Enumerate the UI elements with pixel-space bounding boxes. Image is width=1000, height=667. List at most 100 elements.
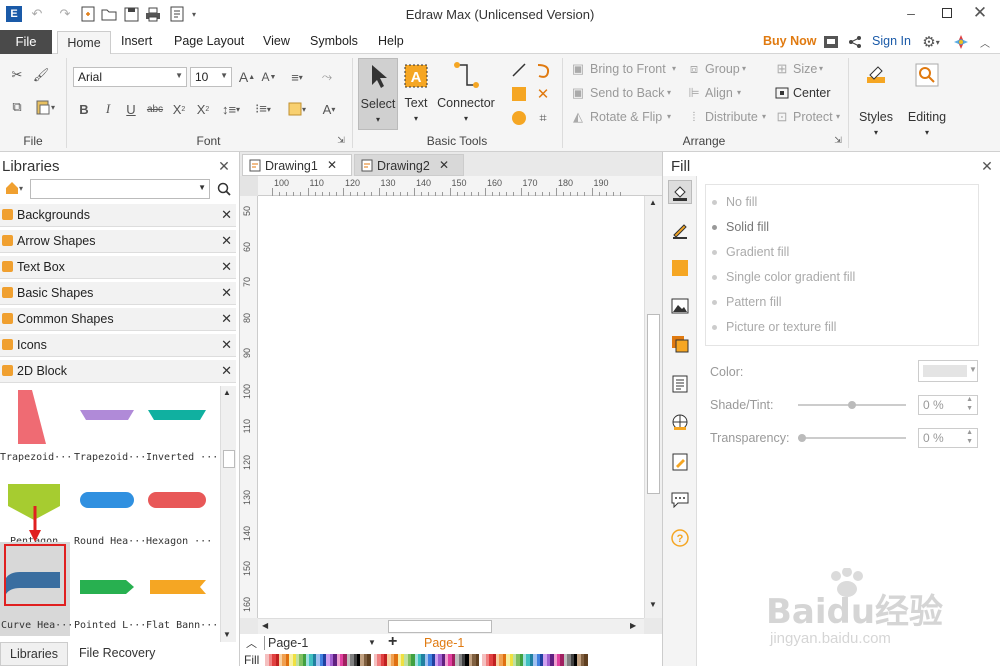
copy-icon[interactable]: ⧉ <box>8 98 26 116</box>
align-text-icon[interactable]: ≡ ▾ <box>284 67 310 87</box>
horizontal-scrollbar[interactable]: ◀ ▶ <box>258 618 644 634</box>
close-fill-panel-icon[interactable]: ✕ <box>979 158 995 174</box>
shape-trapezoid-1[interactable]: Trapezoid··· <box>0 388 72 468</box>
shape-pointed-left[interactable]: Pointed L··· <box>74 556 146 636</box>
radio-picture-texture-fill[interactable] <box>712 325 717 330</box>
transparency-spinbox[interactable]: 0 % ▲ ▼ <box>918 428 978 448</box>
dialog-launcher-icon[interactable]: ⇲ <box>335 134 347 146</box>
radio-pattern-fill[interactable] <box>712 300 717 305</box>
shade-tint-slider-handle[interactable] <box>848 401 856 409</box>
close-icon[interactable]: ✕ <box>221 207 232 223</box>
single-color-gradient-option[interactable]: Single color gradient fill <box>726 270 855 284</box>
no-fill-option[interactable]: No fill <box>726 195 757 209</box>
size-button[interactable]: Size <box>793 62 817 76</box>
spin-up-icon[interactable]: ▲ <box>966 396 973 403</box>
ribbon-collapse-icon[interactable]: ︿ <box>976 33 994 51</box>
text-tool-button[interactable]: A Text ▾ <box>400 58 432 130</box>
home-library-icon[interactable]: ▾ <box>2 179 26 197</box>
transparency-slider-track[interactable] <box>798 437 906 439</box>
arc-tool-icon[interactable] <box>533 60 553 80</box>
close-tab-icon[interactable]: ✕ <box>327 158 337 172</box>
bullets-icon[interactable]: ⁝≡ ▾ <box>250 100 276 118</box>
globe-icon[interactable] <box>668 410 692 434</box>
library-item-basic-shapes[interactable]: Basic Shapes ✕ <box>0 282 236 305</box>
close-icon[interactable]: ✕ <box>221 337 232 353</box>
tab-help[interactable]: Help <box>378 34 404 48</box>
font-name-select[interactable]: Arial ▼ <box>73 67 187 87</box>
transparency-slider-handle[interactable] <box>798 434 806 442</box>
send-to-back-button[interactable]: Send to Back <box>590 86 664 100</box>
rectangle-tool-icon[interactable] <box>509 84 529 104</box>
maximize-icon[interactable] <box>938 4 956 22</box>
ellipse-tool-icon[interactable] <box>509 108 529 128</box>
radio-gradient-fill[interactable] <box>712 250 717 255</box>
center-icon[interactable] <box>774 85 790 101</box>
scrollbar-thumb[interactable] <box>647 314 660 494</box>
line-tool-icon[interactable] <box>509 60 529 80</box>
highlight-icon[interactable]: ▾ <box>284 100 310 118</box>
dialog-launcher-icon[interactable]: ⇲ <box>832 134 844 146</box>
help-question-icon[interactable]: ? <box>668 526 692 550</box>
color-swatches[interactable] <box>262 654 602 666</box>
chevron-down-icon[interactable]: ▼ <box>368 638 376 647</box>
line-pen-icon[interactable] <box>668 218 692 242</box>
editing-button[interactable]: Editing ▾ <box>904 58 950 138</box>
tab-insert[interactable]: Insert <box>121 34 152 48</box>
close-icon[interactable]: ✕ <box>221 233 232 249</box>
library-item-common-shapes[interactable]: Common Shapes ✕ <box>0 308 236 331</box>
select-tool-button[interactable]: Select ▾ <box>358 58 398 130</box>
spin-down-icon[interactable]: ▼ <box>966 405 973 412</box>
pattern-fill-option[interactable]: Pattern fill <box>726 295 782 309</box>
shadow-square-icon[interactable] <box>668 256 692 280</box>
line-spacing-icon[interactable]: ↕≡ ▾ <box>218 100 244 118</box>
shade-tint-spinbox[interactable]: 0 % ▲ ▼ <box>918 395 978 415</box>
text-direction-icon[interactable]: ⤳ <box>314 67 340 87</box>
scroll-right-icon[interactable]: ▶ <box>630 621 636 630</box>
distribute-button[interactable]: Distribute <box>705 110 758 124</box>
tab-drawing2[interactable]: Drawing2 ✕ <box>354 154 464 176</box>
italic-icon[interactable]: I <box>100 100 116 118</box>
underline-icon[interactable]: U <box>123 100 139 118</box>
format-painter-icon[interactable]: 🖌 <box>32 66 50 84</box>
settings-gear-icon[interactable]: ⚙ ▾ <box>918 32 944 52</box>
page-properties-icon[interactable] <box>668 372 692 396</box>
center-button[interactable]: Center <box>793 86 831 100</box>
close-window-icon[interactable]: ✕ <box>970 3 990 23</box>
close-icon[interactable]: ✕ <box>221 363 232 379</box>
app-switcher-icon[interactable] <box>952 33 970 51</box>
close-icon[interactable]: ✕ <box>221 285 232 301</box>
fill-bucket-icon[interactable] <box>668 180 692 204</box>
scrollbar-thumb[interactable] <box>223 450 235 468</box>
drawing-page[interactable] <box>258 196 644 618</box>
subscript-icon[interactable]: X2 <box>170 100 188 118</box>
radio-single-color-gradient[interactable] <box>712 275 717 280</box>
shrink-font-icon[interactable]: A ▼ <box>260 67 278 87</box>
strikethrough-icon[interactable]: abc <box>146 100 164 118</box>
shape-hexagon[interactable]: Hexagon ··· <box>144 472 212 552</box>
layers-icon[interactable] <box>668 332 692 356</box>
protect-button[interactable]: Protect <box>793 110 833 124</box>
picture-texture-fill-option[interactable]: Picture or texture fill <box>726 320 836 334</box>
comment-icon[interactable] <box>668 488 692 512</box>
library-scrollbar[interactable]: ▲ ▼ <box>220 386 236 642</box>
sign-in-link[interactable]: Sign In <box>872 34 911 48</box>
grow-font-icon[interactable]: A ▲ <box>238 67 256 87</box>
color-picker[interactable]: ▼ <box>918 360 978 382</box>
rotate-flip-button[interactable]: Rotate & Flip <box>590 110 662 124</box>
close-tab-icon[interactable]: ✕ <box>439 158 449 172</box>
tab-page-layout[interactable]: Page Layout <box>174 34 244 48</box>
shape-inverted[interactable]: Inverted ··· <box>144 388 218 468</box>
radio-solid-fill[interactable] <box>712 225 717 230</box>
superscript-icon[interactable]: X2 <box>194 100 212 118</box>
color-swatch[interactable] <box>584 654 588 666</box>
bold-icon[interactable]: B <box>76 100 92 118</box>
tab-drawing1[interactable]: Drawing1 ✕ <box>242 154 352 176</box>
library-item-icons[interactable]: Icons ✕ <box>0 334 236 357</box>
buy-now-link[interactable]: Buy Now <box>763 34 816 48</box>
scroll-left-icon[interactable]: ◀ <box>262 621 268 630</box>
crop-cross-icon[interactable]: ✕ <box>533 84 553 104</box>
tab-view[interactable]: View <box>263 34 290 48</box>
scroll-down-icon[interactable]: ▼ <box>223 630 231 639</box>
share-icon[interactable] <box>846 33 864 51</box>
gradient-fill-option[interactable]: Gradient fill <box>726 245 789 259</box>
